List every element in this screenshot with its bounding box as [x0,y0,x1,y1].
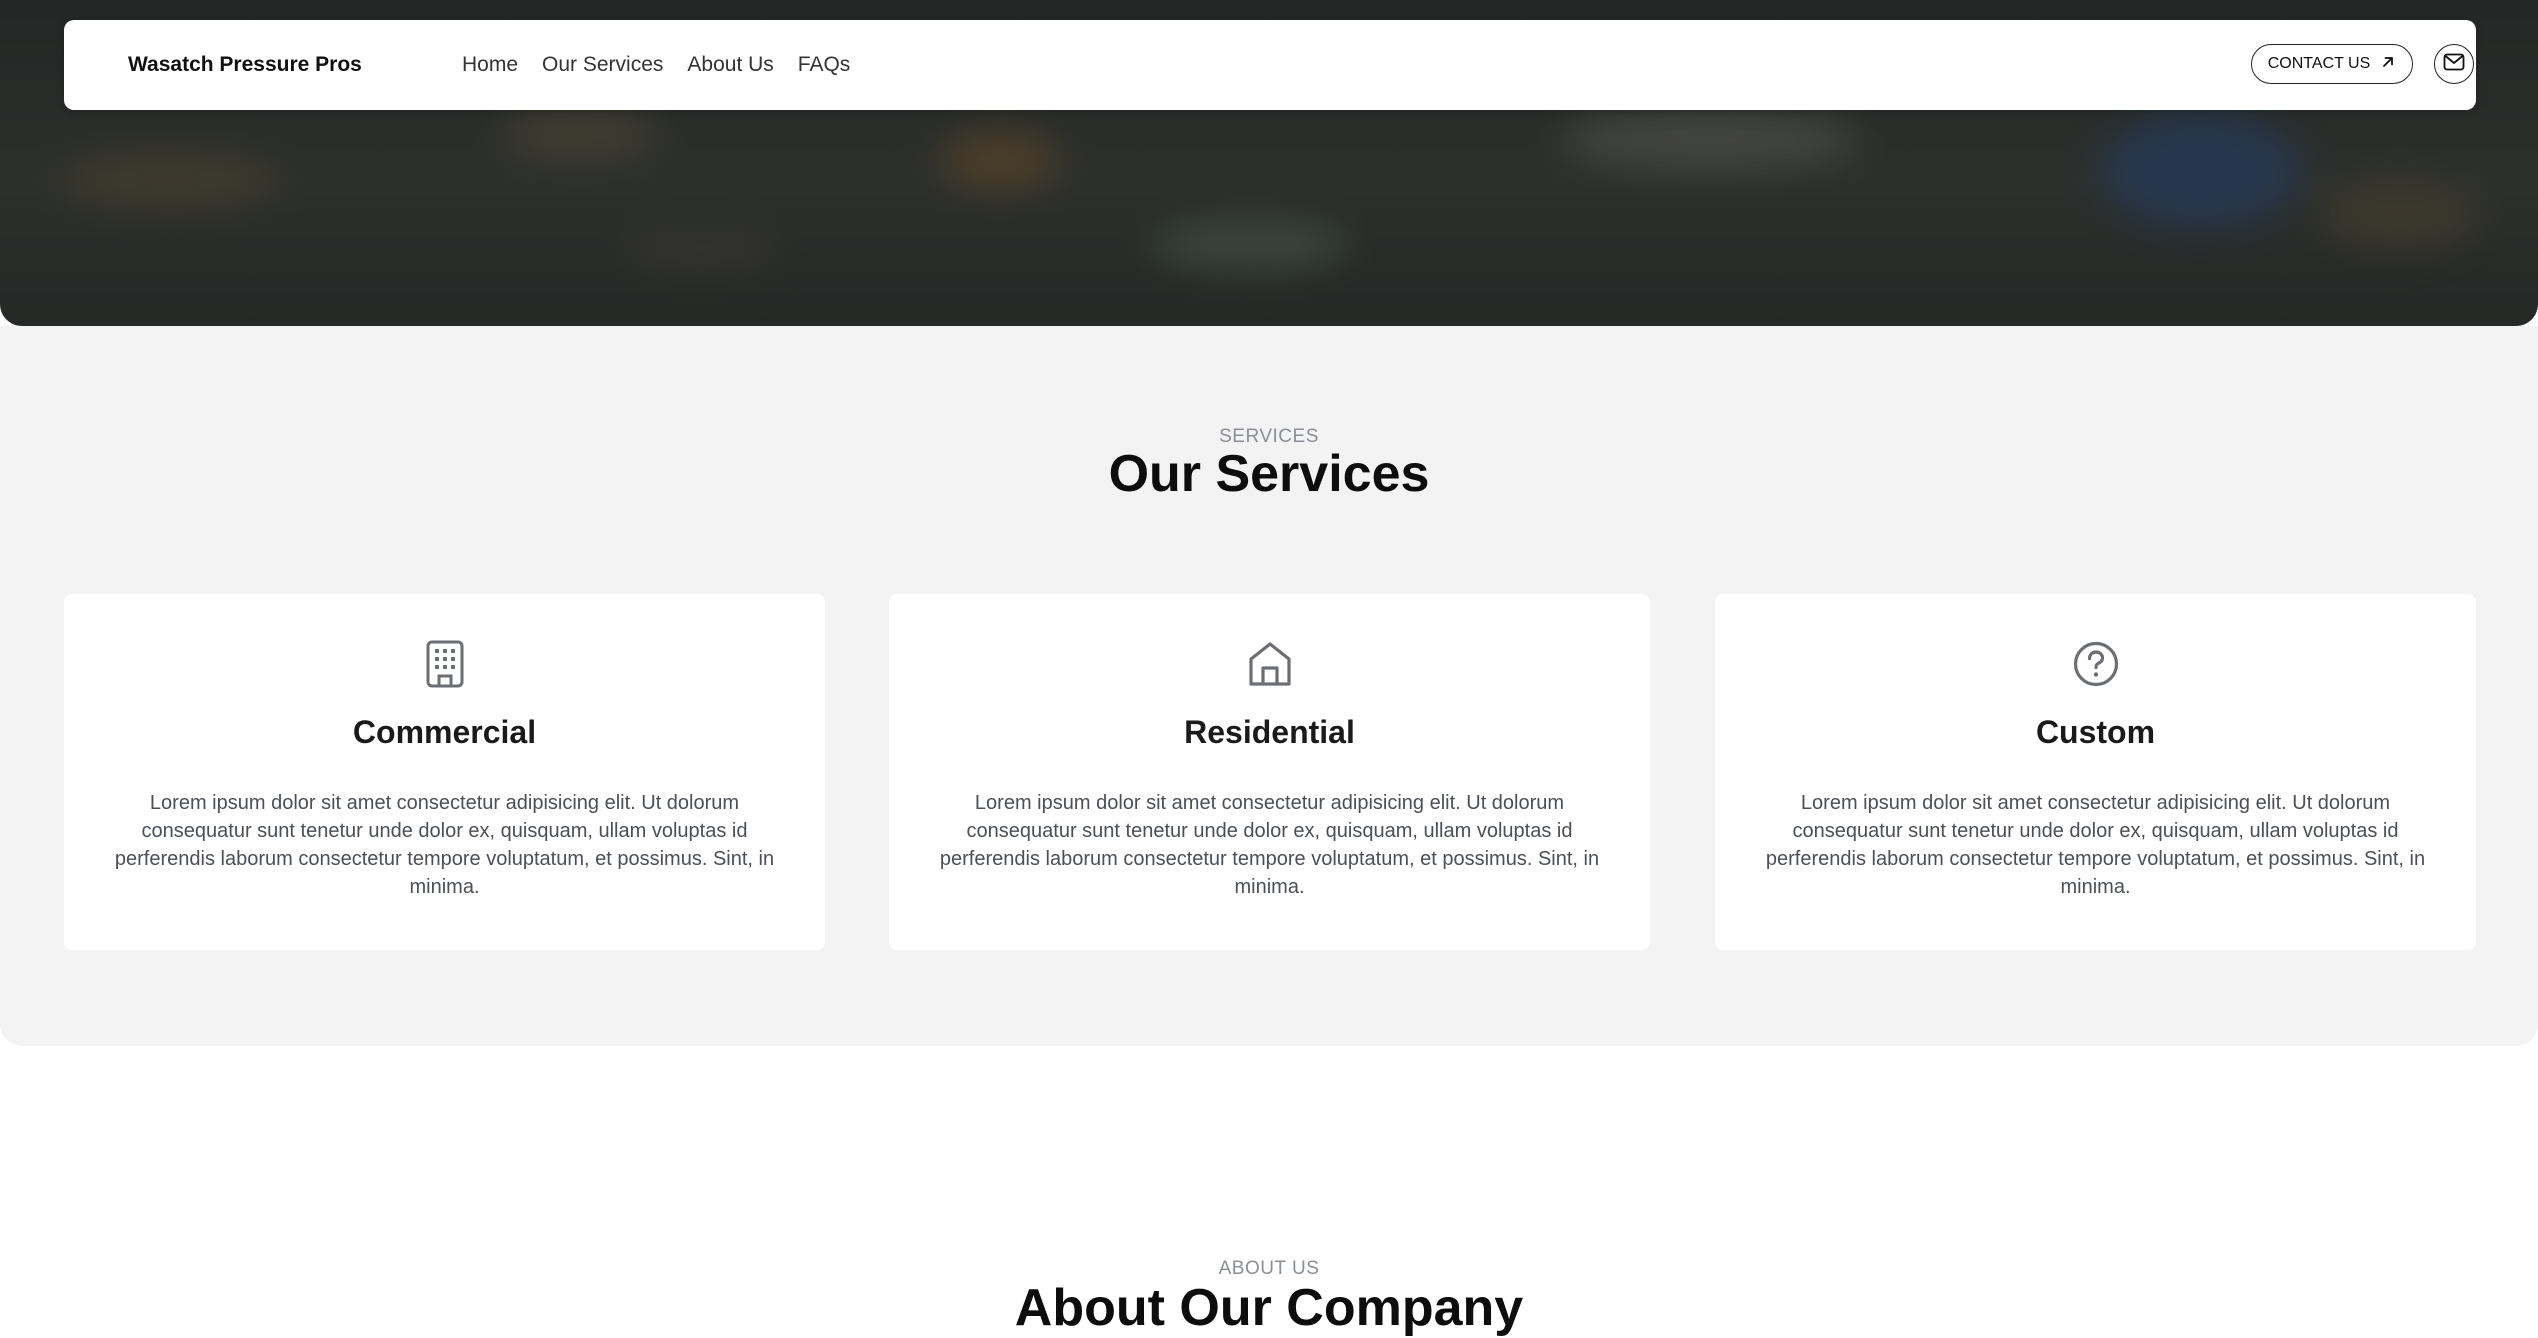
nav-link-faqs[interactable]: FAQs [798,53,851,77]
service-title-commercial: Commercial [352,714,537,750]
service-text-custom: Lorem ipsum dolor sit amet consectetur a… [1765,792,2426,898]
brand-name[interactable]: Wasatch Pressure Pros [128,20,362,110]
service-title-residential: Residential [1184,714,1355,750]
service-card-custom: Custom Lorem ipsum dolor sit amet consec… [1715,594,2476,950]
service-card-commercial: Commercial Lorem ipsum dolor sit amet co… [64,594,825,950]
nav-link-home[interactable]: Home [462,53,518,77]
about-title: About Our Company [1014,1279,1524,1337]
contact-us-label: CONTACT US [2267,55,2371,72]
email-button[interactable] [2434,44,2474,84]
service-card-residential: Residential Lorem ipsum dolor sit amet c… [889,594,1650,950]
question-circle-icon [2072,640,2120,690]
contact-us-button[interactable]: CONTACT US [2251,44,2413,84]
house-icon [1247,640,1293,690]
nav-link-our-services[interactable]: Our Services [542,53,663,77]
nav-link-about-us[interactable]: About Us [687,53,773,77]
services-section: SERVICES Our Services Commercial Lorem i… [0,326,2538,1046]
service-text-commercial: Lorem ipsum dolor sit amet consectetur a… [114,792,775,898]
service-text-residential: Lorem ipsum dolor sit amet consectetur a… [939,792,1600,898]
nav-links: Home Our Services About Us FAQs [462,20,850,110]
about-eyebrow: ABOUT US [1218,1258,1320,1279]
mail-icon [2443,53,2465,76]
service-title-custom: Custom [2035,714,2156,750]
arrow-up-right-icon [2380,54,2396,75]
services-title: Our Services [1108,445,1430,503]
building-icon [425,640,465,690]
top-navbar: Wasatch Pressure Pros Home Our Services … [64,20,2476,110]
